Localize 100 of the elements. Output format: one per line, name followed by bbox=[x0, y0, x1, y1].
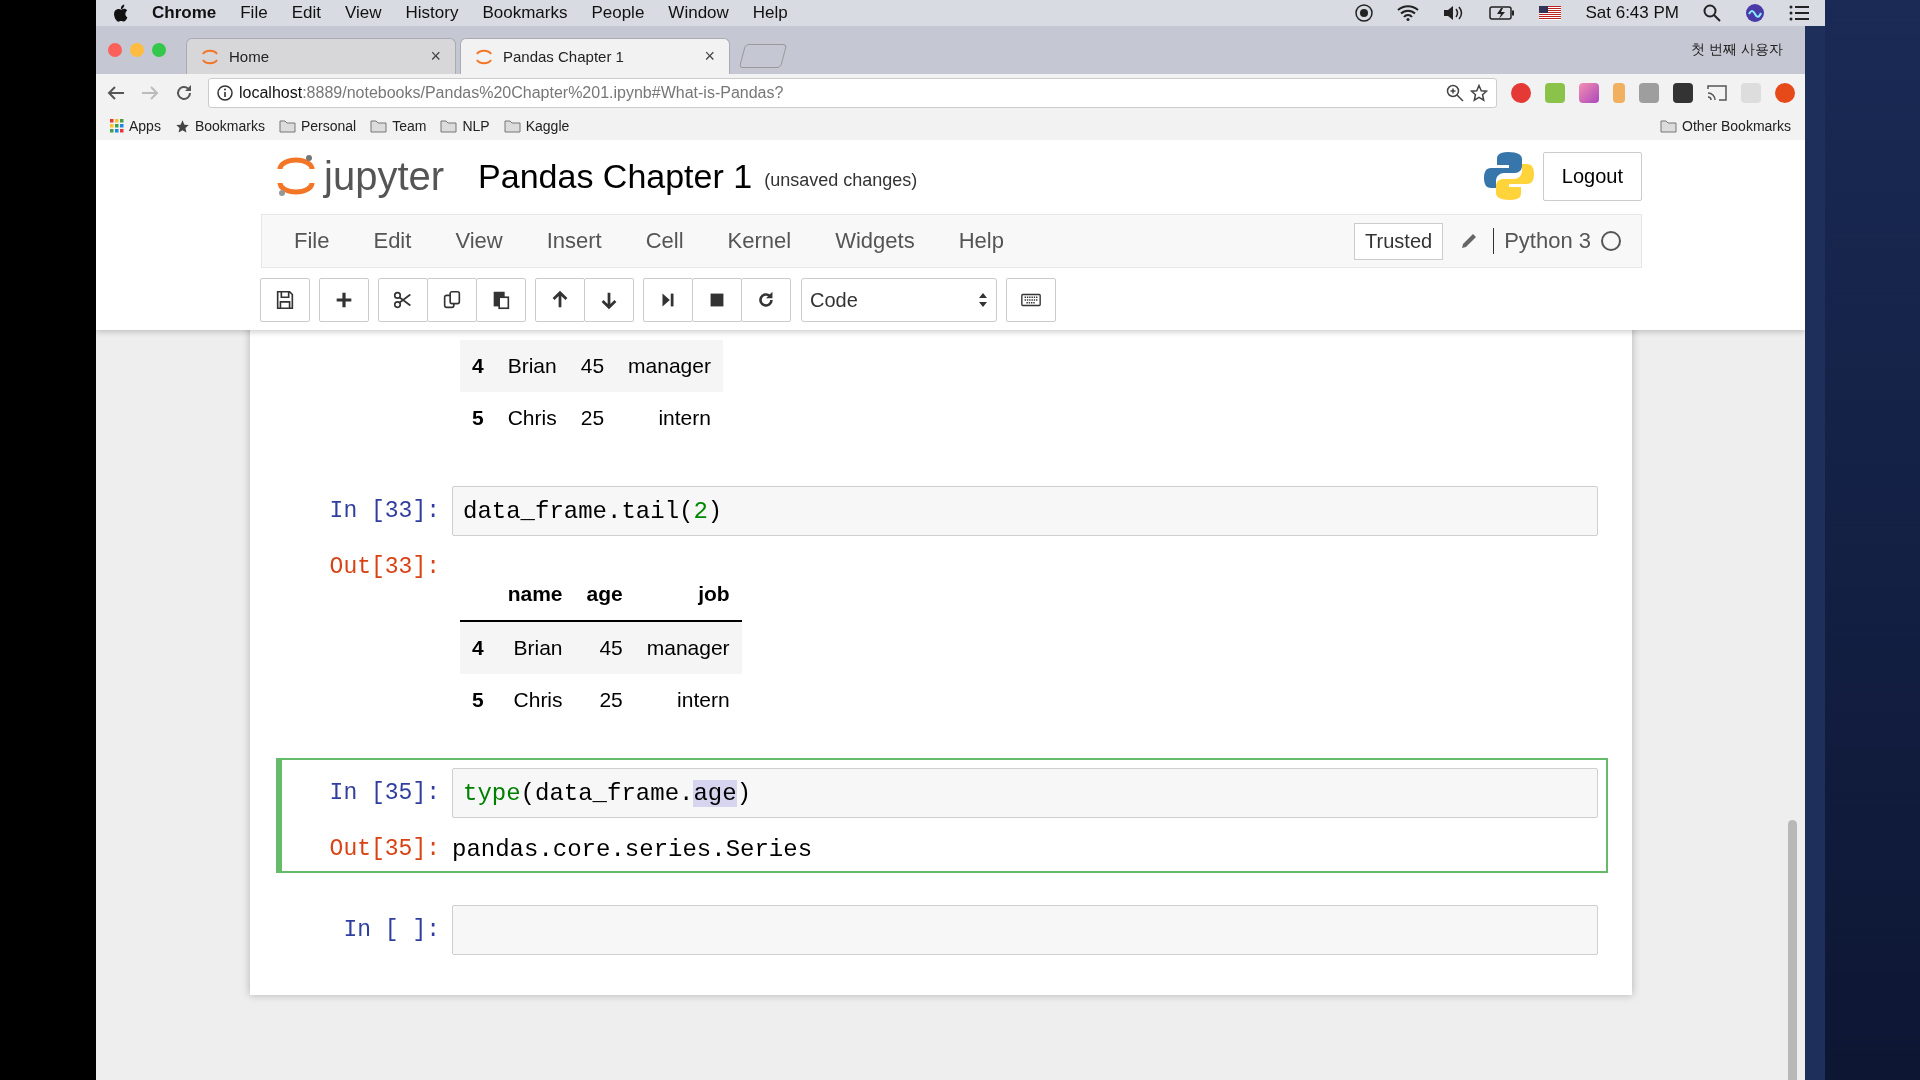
menu-item[interactable]: History bbox=[405, 3, 459, 23]
browser-tab[interactable]: Pandas Chapter 1 × bbox=[460, 38, 730, 74]
table-cell: Chris bbox=[495, 392, 569, 444]
trusted-button[interactable]: Trusted bbox=[1354, 222, 1444, 260]
menu-item[interactable]: Bookmarks bbox=[482, 3, 568, 23]
extension-icon[interactable] bbox=[1775, 83, 1795, 103]
wifi-icon[interactable] bbox=[1397, 5, 1420, 21]
move-down-button[interactable] bbox=[584, 278, 634, 322]
run-button[interactable] bbox=[643, 278, 693, 322]
menu-item[interactable]: Window bbox=[668, 3, 729, 23]
code-input[interactable]: data_frame.tail(2) bbox=[452, 486, 1598, 536]
row-index: 5 bbox=[460, 392, 496, 444]
bookmark[interactable]: Team bbox=[370, 118, 427, 134]
menu-item[interactable]: People bbox=[591, 3, 645, 23]
table-cell: Brian bbox=[495, 340, 569, 392]
bookmark[interactable]: Other Bookmarks bbox=[1660, 118, 1791, 134]
keyboard-button[interactable] bbox=[1006, 278, 1056, 322]
logo-text[interactable]: jupyter bbox=[324, 153, 445, 199]
apps-grid-icon bbox=[110, 119, 124, 133]
menu-item[interactable]: Insert bbox=[524, 228, 624, 254]
list-icon[interactable] bbox=[1789, 5, 1809, 21]
code-cell[interactable]: In [ ]: bbox=[276, 895, 1608, 965]
bookmark[interactable]: Personal bbox=[278, 118, 357, 134]
code-input[interactable]: type(data_frame.age) bbox=[452, 768, 1598, 818]
extension-icon[interactable] bbox=[1673, 83, 1693, 103]
cell-type-dropdown[interactable]: Code bbox=[801, 278, 997, 322]
table-cell: 25 bbox=[568, 392, 617, 444]
restart-button[interactable] bbox=[741, 278, 791, 322]
cut-button[interactable] bbox=[378, 278, 428, 322]
orb-icon[interactable] bbox=[1745, 3, 1765, 23]
code-cell[interactable]: In [35]: type(data_frame.age) Out[35]: pandas.core.series.Series bbox=[276, 758, 1608, 873]
logout-button[interactable]: Logout bbox=[1542, 151, 1642, 201]
bookmark[interactable]: Kaggle bbox=[503, 118, 570, 134]
code-cell[interactable]: In [33]: data_frame.tail(2) Out[33]: name age job 4 Brian 45 manager 5 Chris 25 intern bbox=[276, 476, 1608, 736]
extension-icon[interactable] bbox=[1579, 83, 1599, 103]
close-tab-icon[interactable]: × bbox=[704, 46, 715, 67]
table-cell: manager bbox=[616, 340, 723, 392]
output-text: pandas.core.series.Series bbox=[452, 836, 814, 863]
menu-item[interactable]: Help bbox=[936, 228, 1026, 254]
folder-icon bbox=[278, 119, 296, 133]
table-cell: intern bbox=[634, 674, 742, 726]
kernel-name: Python 3 bbox=[1493, 228, 1591, 254]
table-cell: Brian bbox=[495, 621, 575, 674]
table-cell: intern bbox=[616, 392, 723, 444]
browser-tab[interactable]: Home × bbox=[186, 38, 456, 74]
notebook-title[interactable]: Pandas Chapter 1 bbox=[478, 156, 753, 196]
add-button[interactable] bbox=[319, 278, 369, 322]
paste-button[interactable] bbox=[476, 278, 526, 322]
input-prompt: In [33]: bbox=[328, 497, 440, 526]
menu-item[interactable]: View bbox=[344, 3, 382, 23]
move-up-button[interactable] bbox=[535, 278, 585, 322]
folder-icon bbox=[440, 119, 458, 133]
menu-item[interactable]: Help bbox=[752, 3, 788, 23]
python-logo-icon bbox=[1482, 150, 1535, 202]
save-button[interactable] bbox=[260, 278, 310, 322]
menu-item[interactable]: Cell bbox=[623, 228, 706, 254]
row-index: 4 bbox=[460, 621, 496, 674]
jupyter-logo-icon bbox=[475, 47, 493, 66]
profile-name[interactable]: 첫 번째 사용자 bbox=[1691, 41, 1783, 59]
output-prompt: Out[35]: bbox=[328, 836, 440, 863]
jupyter-logo-icon bbox=[201, 47, 219, 66]
menu-item[interactable]: Edit bbox=[291, 3, 321, 23]
extension-icon[interactable] bbox=[1511, 83, 1531, 103]
folder-icon bbox=[370, 119, 388, 133]
star-icon bbox=[174, 118, 190, 134]
clock[interactable]: Sat 6:43 PM bbox=[1585, 3, 1679, 23]
input-prompt: In [ ]: bbox=[342, 916, 440, 945]
battery-icon[interactable] bbox=[1489, 6, 1516, 20]
code-input[interactable] bbox=[452, 905, 1598, 955]
close-tab-icon[interactable]: × bbox=[430, 46, 441, 67]
table-cell: 45 bbox=[574, 621, 635, 674]
bookmark[interactable]: Bookmarks bbox=[174, 118, 265, 134]
search-icon[interactable] bbox=[1703, 4, 1721, 22]
address-bar[interactable]: localhost:8889/notebooks/Pandas%20Chapter%201.ipynb#What-is-Pandas? bbox=[208, 78, 1497, 108]
table-cell: 25 bbox=[574, 674, 635, 726]
menu-item[interactable]: File bbox=[272, 228, 352, 254]
flag-icon[interactable] bbox=[1539, 6, 1562, 20]
reload-icon[interactable] bbox=[174, 83, 194, 103]
apple-logo-icon[interactable] bbox=[112, 4, 128, 22]
save-icon bbox=[274, 289, 296, 311]
scrollbar-thumb[interactable] bbox=[1788, 820, 1797, 1080]
menu-item[interactable]: Widgets bbox=[813, 228, 937, 254]
menu-item[interactable]: File bbox=[240, 3, 268, 23]
table-cell: 45 bbox=[568, 340, 617, 392]
row-index: 4 bbox=[460, 340, 496, 392]
stop-button[interactable] bbox=[692, 278, 742, 322]
app-menu[interactable]: Chrome bbox=[152, 3, 217, 23]
kernel-idle-icon bbox=[1601, 231, 1621, 251]
menu-item[interactable]: Kernel bbox=[705, 228, 814, 254]
save-status: (unsaved changes) bbox=[764, 169, 918, 191]
copy-icon bbox=[441, 289, 463, 311]
star-icon[interactable] bbox=[1470, 84, 1488, 102]
copy-button[interactable] bbox=[427, 278, 477, 322]
zoom-icon[interactable] bbox=[1446, 84, 1464, 102]
bookmark[interactable]: NLP bbox=[440, 118, 490, 134]
menu-item[interactable]: Edit bbox=[351, 228, 434, 254]
menu-item[interactable]: View bbox=[433, 228, 525, 254]
record-icon[interactable] bbox=[1355, 4, 1374, 22]
cast-icon[interactable] bbox=[1707, 84, 1727, 102]
bookmark[interactable]: Apps bbox=[110, 118, 161, 134]
